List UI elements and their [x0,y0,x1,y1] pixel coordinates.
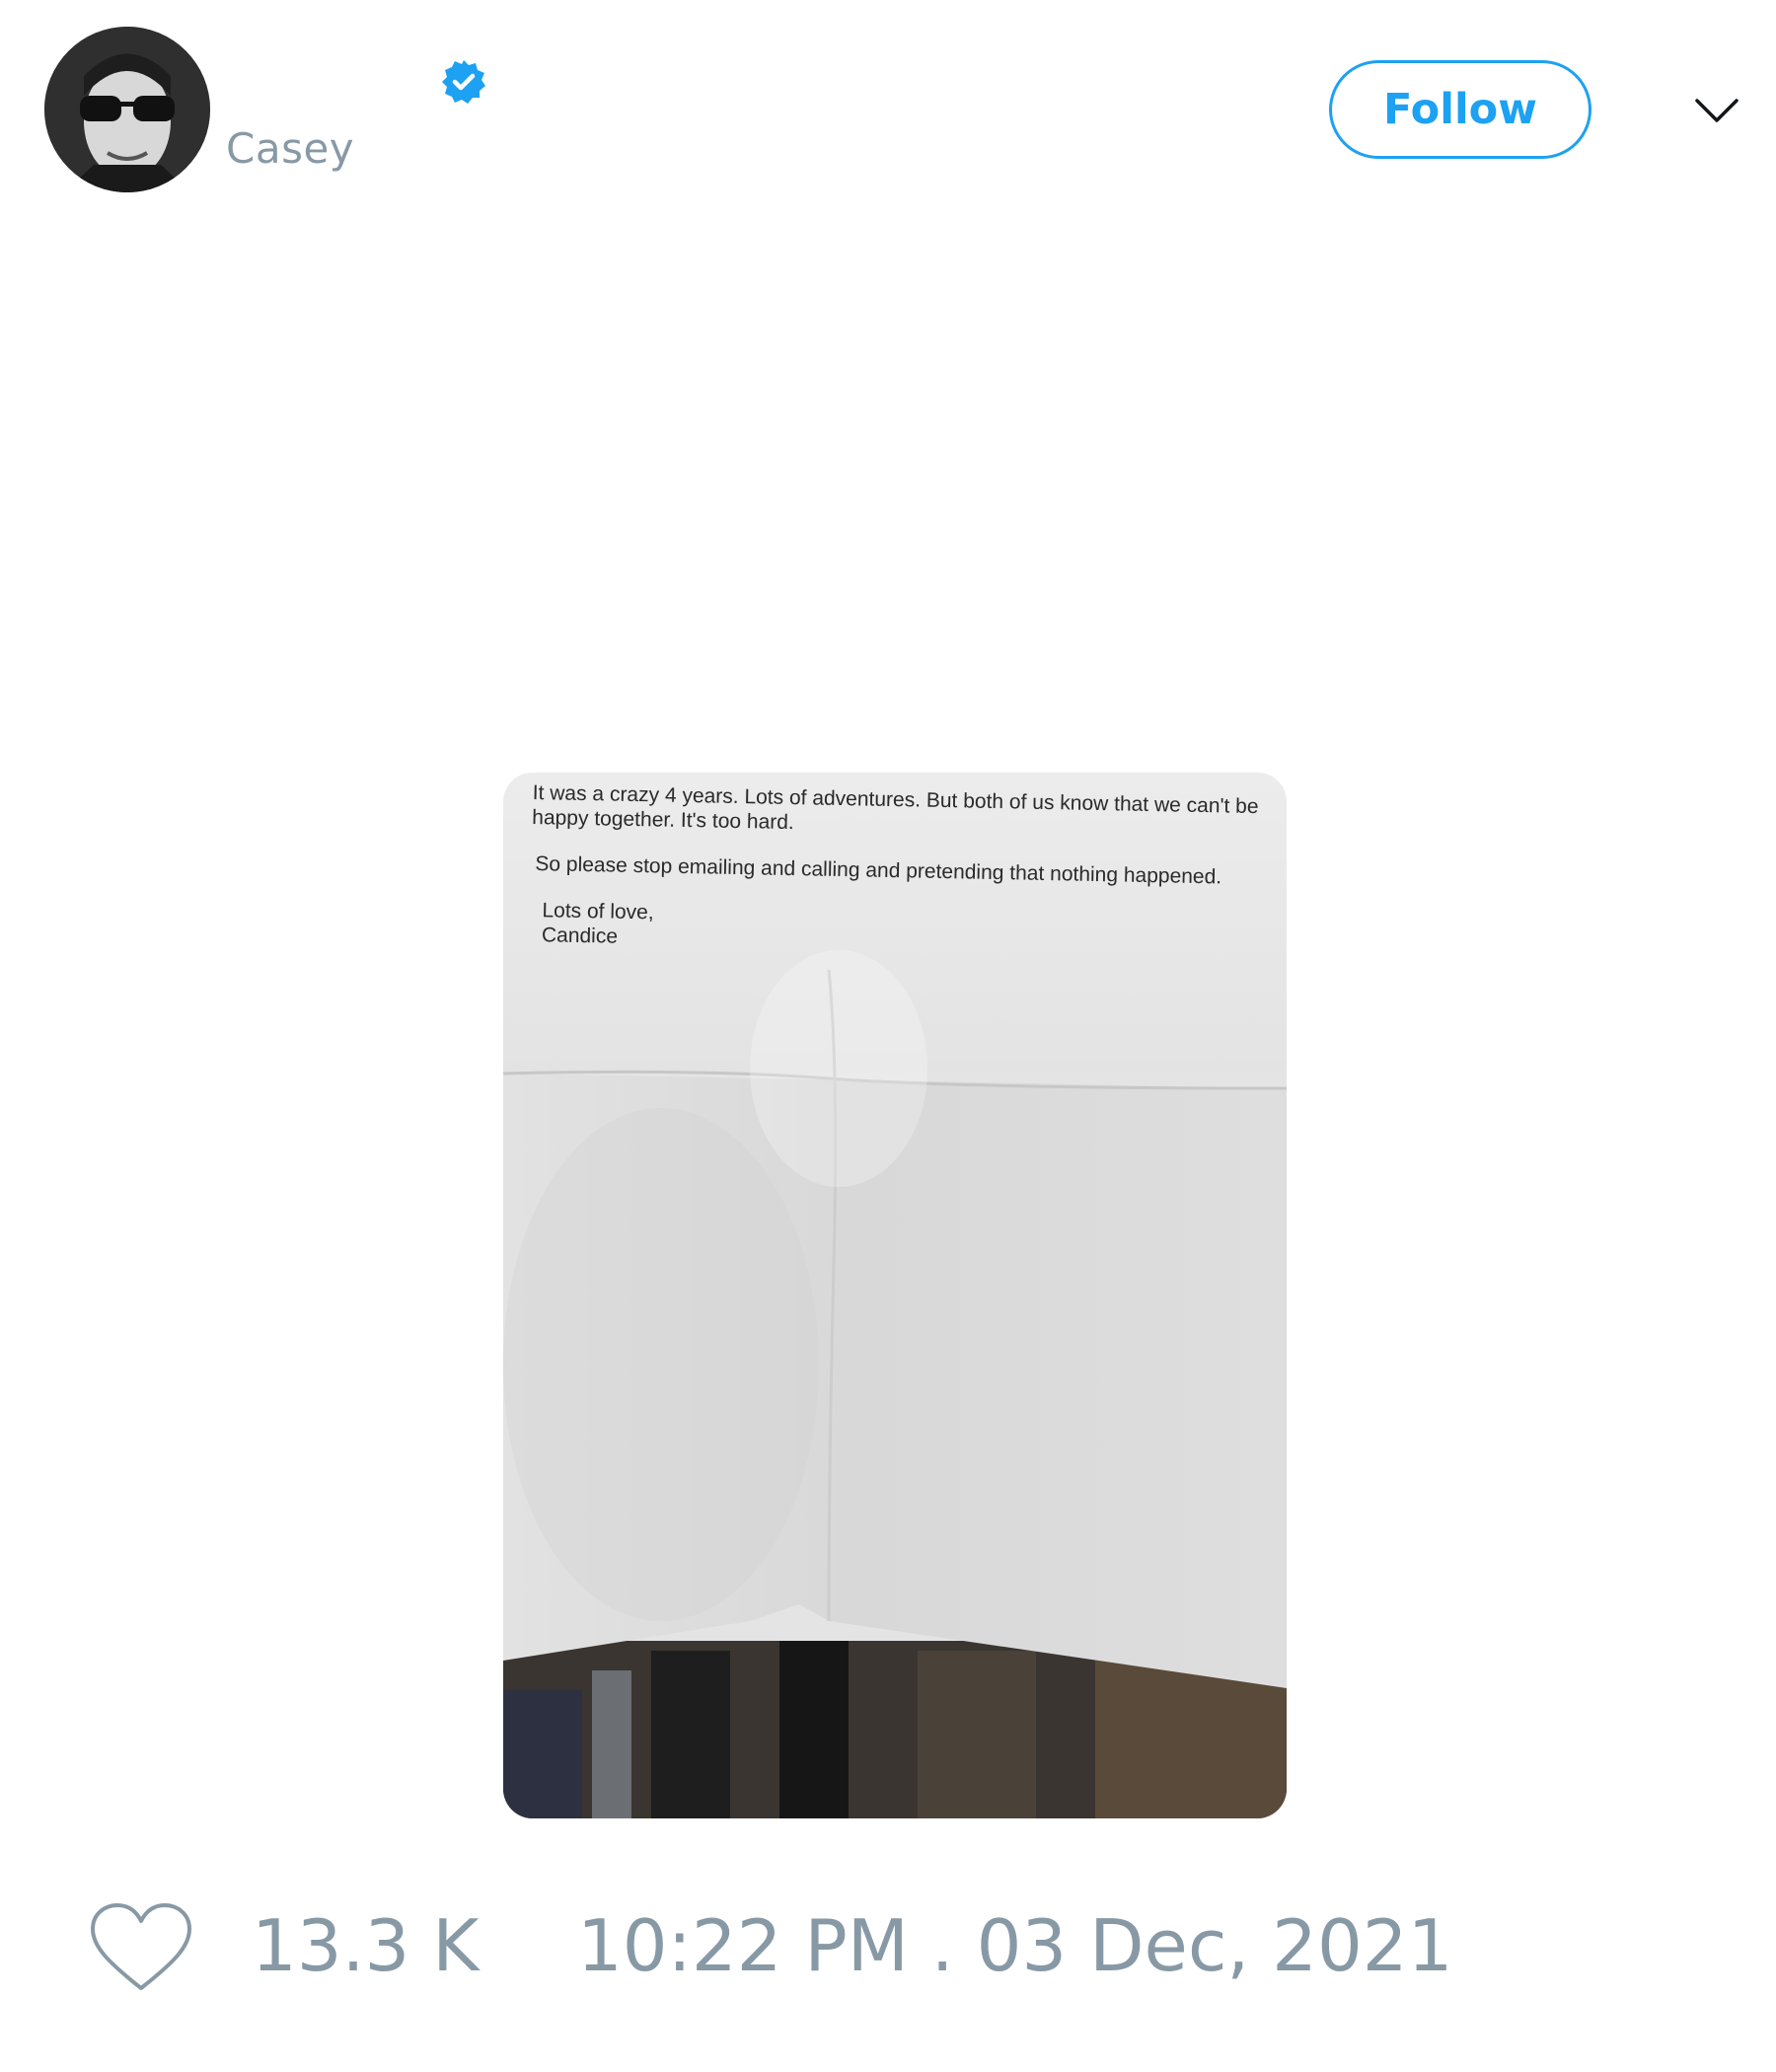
tweet-photo[interactable]: It was a crazy 4 years. Lots of adventur… [503,773,1287,1818]
letter-line: So please stop emailing and calling and … [535,852,1222,889]
timestamp[interactable]: 10:22 PM . 03 Dec, 2021 [577,1904,1452,1987]
letter-line: happy together. It's too hard. [532,805,794,835]
like-count: 13.3 K [252,1904,480,1987]
chevron-down-icon[interactable] [1693,91,1740,130]
user-display-name[interactable]: Casey [226,124,354,173]
verified-badge-icon [442,60,485,104]
avatar[interactable] [44,27,210,192]
follow-button[interactable]: Follow [1329,60,1591,159]
heart-icon[interactable] [89,1901,193,1996]
letter-text: It was a crazy 4 years. Lots of adventur… [530,780,1283,962]
